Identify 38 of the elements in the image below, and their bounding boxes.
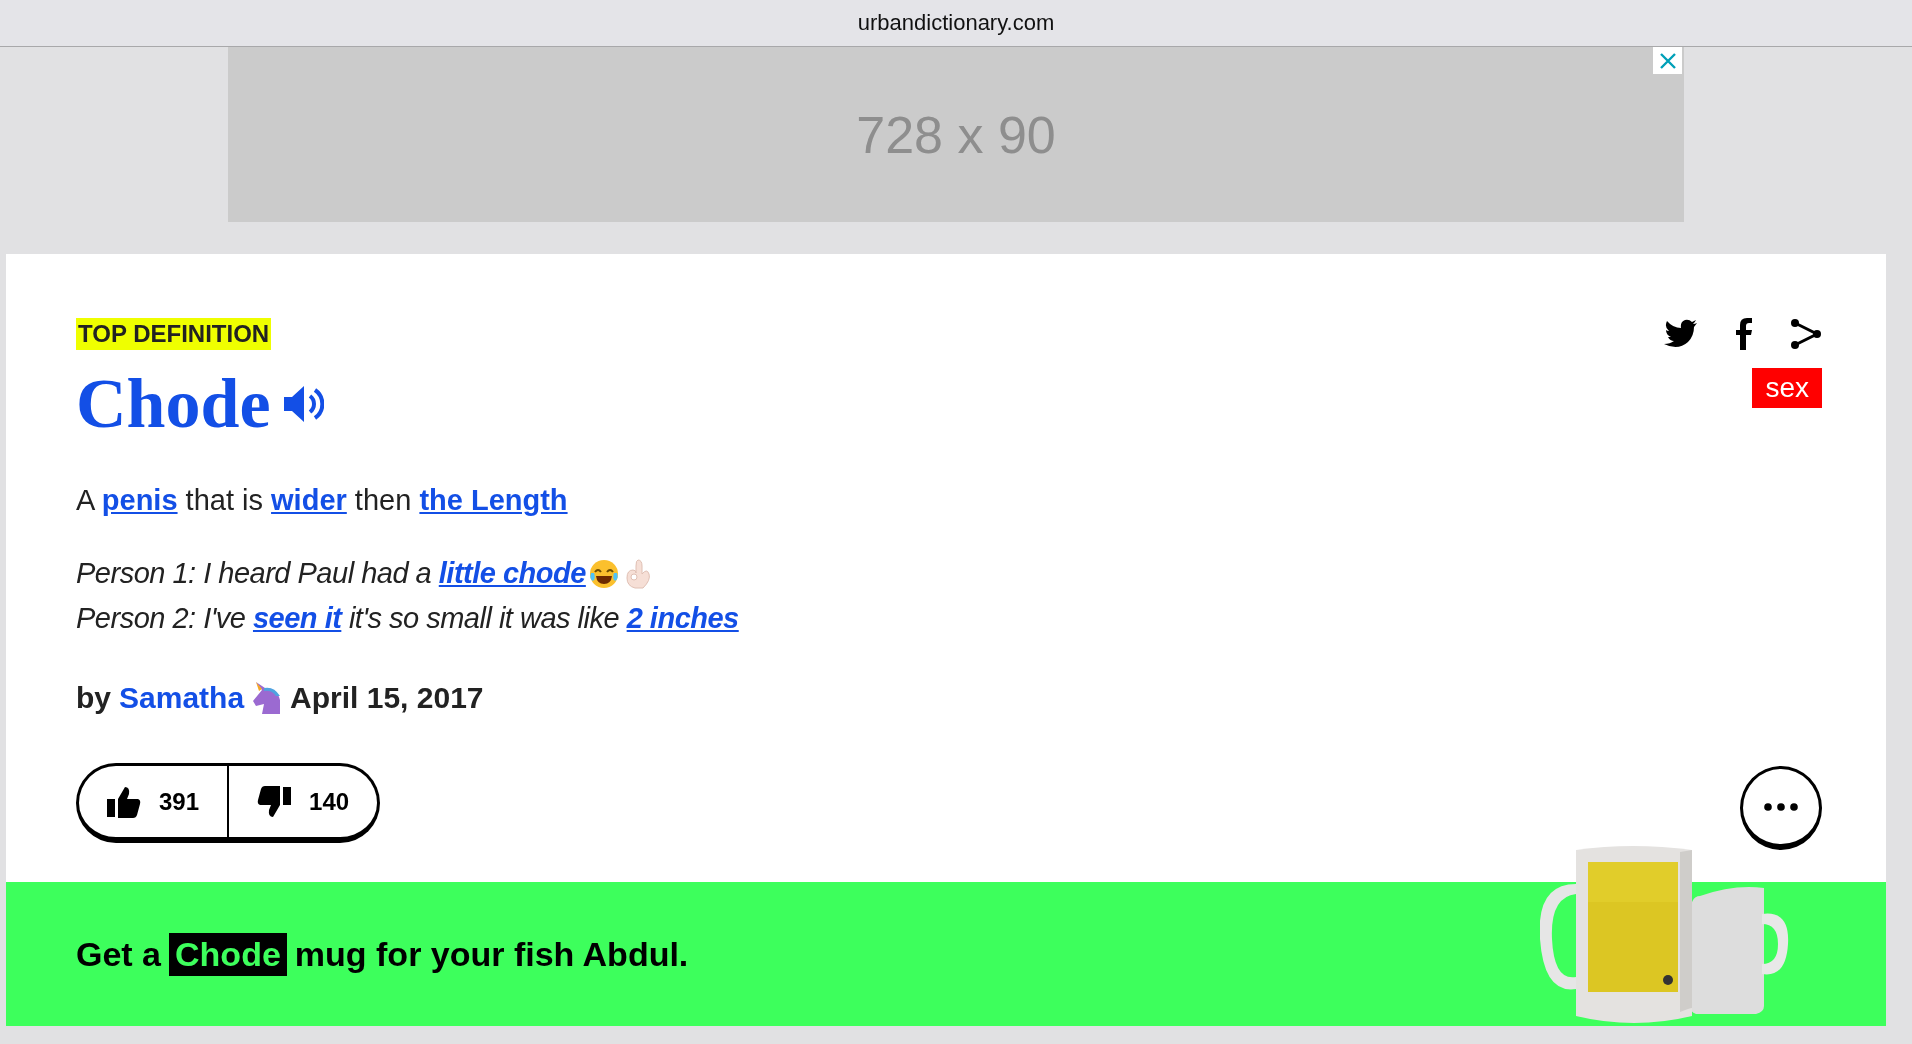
promo-text: mug for your fish Abdul.	[294, 934, 689, 974]
promo-text: Get a	[76, 934, 162, 974]
tag-link[interactable]: sex	[1752, 368, 1822, 408]
text-phrase: that is	[184, 484, 264, 516]
thumbs-down-icon	[257, 785, 292, 818]
highlighted-word: Chode	[169, 932, 287, 976]
speaker-icon[interactable]	[282, 384, 325, 424]
word-link[interactable]: the Length	[419, 484, 568, 516]
top-definition-badge: TOP DEFINITION	[76, 318, 272, 350]
text-phrase: then	[353, 484, 413, 516]
text-phrase: Person 1: I heard Paul had a	[76, 556, 433, 591]
word-link[interactable]: seen it	[252, 596, 342, 641]
unicorn-emoji-icon	[252, 682, 283, 714]
word-link[interactable]: penis	[101, 484, 178, 516]
close-icon	[1658, 51, 1677, 70]
thumbs-up-icon	[107, 785, 141, 818]
word-link[interactable]: 2 inches	[626, 596, 739, 641]
close-button[interactable]	[1653, 47, 1682, 74]
ellipsis-icon	[1764, 802, 1798, 811]
word-link[interactable]: little chode	[438, 551, 586, 596]
downvote-button[interactable]: 140	[229, 763, 381, 843]
facebook-icon[interactable]	[1736, 318, 1752, 350]
post-date: April 15, 2017	[290, 681, 484, 715]
author-link[interactable]: Samatha	[119, 681, 245, 715]
word-link[interactable]: wider	[271, 484, 347, 516]
share-icon[interactable]	[1790, 318, 1822, 350]
ad-size-label: 728 x 90	[856, 104, 1056, 165]
twitter-bird-icon[interactable]	[1664, 319, 1698, 349]
by-label: by	[76, 681, 111, 715]
word-title[interactable]: Chode	[76, 364, 271, 444]
ok-hand-emoji-icon	[623, 557, 652, 590]
address-url[interactable]: urbandictionary.com	[857, 10, 1055, 36]
text-phrase: Person 2: I've	[76, 601, 247, 636]
text-phrase: it's so small it was like	[347, 601, 621, 636]
promo-banner[interactable]: Get a Chode mug for your fish Abdul.	[6, 882, 1886, 1026]
text-phrase: A	[76, 484, 96, 516]
laughing-emoji-icon	[587, 557, 620, 590]
upvote-button[interactable]: 391	[76, 763, 230, 843]
